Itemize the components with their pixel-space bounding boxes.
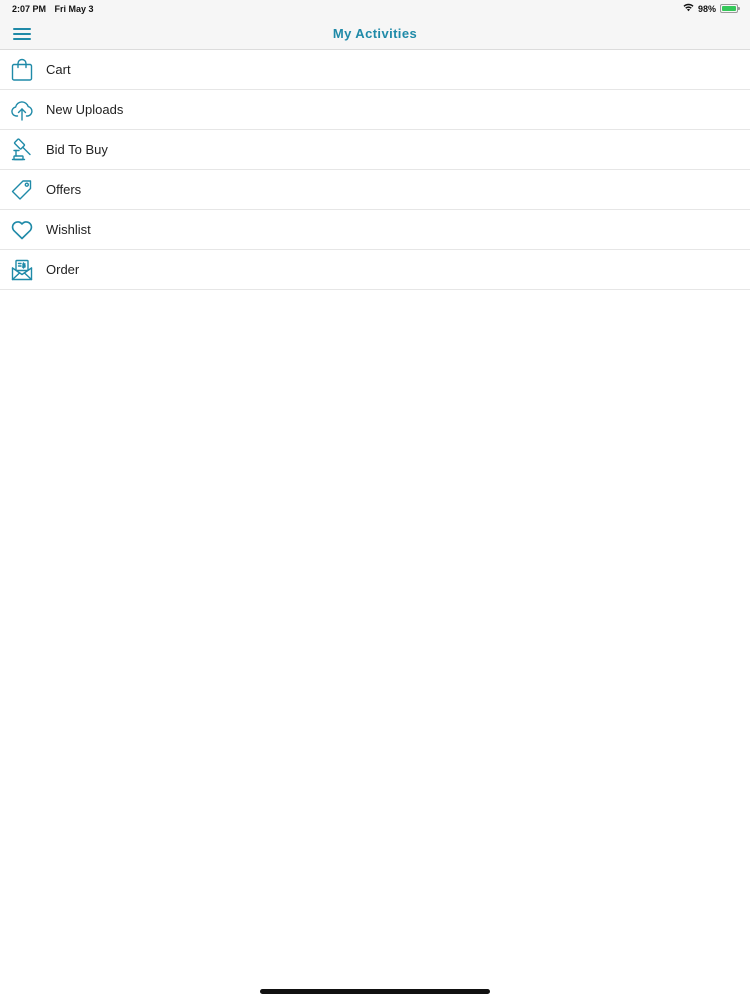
battery-icon <box>720 4 740 13</box>
my-activities-screen: 2:07 PM Fri May 3 98% My Activities Cart… <box>0 0 750 1000</box>
list-item-label: New Uploads <box>46 102 124 117</box>
activities-list: Cart New Uploads Bid To Buy Offers Wishl… <box>0 50 750 290</box>
list-item-bid-to-buy[interactable]: Bid To Buy <box>0 130 750 170</box>
list-item-label: Cart <box>46 62 71 77</box>
wifi-icon <box>683 3 694 14</box>
battery-level <box>722 6 736 11</box>
order-envelope-icon <box>10 258 34 282</box>
list-item-wishlist[interactable]: Wishlist <box>0 210 750 250</box>
list-item-offers[interactable]: Offers <box>0 170 750 210</box>
battery-percent: 98% <box>697 3 716 14</box>
heart-icon <box>10 218 34 242</box>
list-item-cart[interactable]: Cart <box>0 50 750 90</box>
list-item-label: Offers <box>46 182 82 197</box>
status-left: 2:07 PM Fri May 3 <box>12 4 94 14</box>
status-bar: 2:07 PM Fri May 3 98% <box>0 0 750 18</box>
shopping-bag-icon <box>10 58 34 82</box>
list-item-label: Order <box>46 262 80 277</box>
price-tag-icon <box>10 178 34 202</box>
cloud-upload-icon <box>10 98 34 122</box>
home-indicator[interactable] <box>260 989 490 994</box>
list-item-label: Wishlist <box>46 222 91 237</box>
list-item-order[interactable]: Order <box>0 250 750 290</box>
status-time: 2:07 PM <box>12 4 47 14</box>
page-title: My Activities <box>332 26 418 41</box>
status-right: 98% <box>683 3 740 14</box>
status-date: Fri May 3 <box>54 4 94 14</box>
list-item-label: Bid To Buy <box>46 142 108 157</box>
list-item-new-uploads[interactable]: New Uploads <box>0 90 750 130</box>
auction-gavel-icon <box>10 138 34 162</box>
navigation-bar: My Activities <box>0 18 750 50</box>
